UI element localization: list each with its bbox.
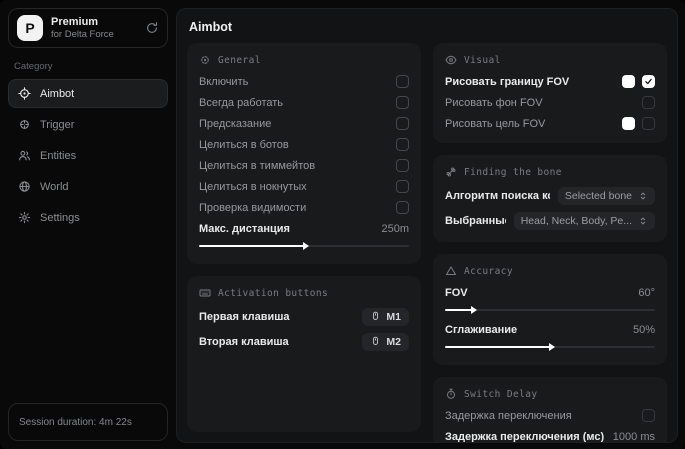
visual-row: Рисовать цель FOV bbox=[445, 113, 655, 134]
stopwatch-icon bbox=[445, 388, 457, 400]
checkbox[interactable] bbox=[396, 117, 409, 130]
gauge-icon bbox=[445, 265, 457, 277]
check-icon bbox=[645, 78, 652, 85]
product-logo: P bbox=[17, 15, 43, 41]
checkbox[interactable] bbox=[642, 409, 655, 422]
switch-delay-toggle-row: Задержка переключения bbox=[445, 405, 655, 426]
refresh-icon[interactable] bbox=[145, 21, 159, 35]
globe-icon bbox=[18, 180, 31, 193]
checkbox[interactable] bbox=[396, 75, 409, 88]
selected-bones-select[interactable]: Head, Neck, Body, Pe... bbox=[513, 211, 655, 230]
toggle-row: Целиться в тиммейтов bbox=[199, 155, 409, 176]
max-distance-slider[interactable] bbox=[199, 241, 409, 250]
max-distance-row: Макс. дистанция 250m bbox=[199, 222, 409, 235]
slider-thumb[interactable] bbox=[303, 241, 309, 250]
general-panel: General Включить Всегда работать Предска… bbox=[187, 43, 421, 264]
smoothing-value: 50% bbox=[632, 323, 655, 336]
sidebar-item-label: Entities bbox=[40, 149, 77, 162]
panel-title: Switch Delay bbox=[464, 388, 538, 400]
color-swatch[interactable] bbox=[622, 75, 635, 88]
sidebar-item-world[interactable]: World bbox=[8, 172, 168, 201]
visual-row: Рисовать границу FOV bbox=[445, 71, 655, 92]
checkbox[interactable] bbox=[396, 138, 409, 151]
finding-bone-panel: Finding the bone Алгоритм поиска кост Se… bbox=[433, 155, 667, 242]
toggle-row: Включить bbox=[199, 71, 409, 92]
switch-delay-panel: Switch Delay Задержка переключения Задер… bbox=[433, 377, 667, 443]
checkbox[interactable] bbox=[642, 117, 655, 130]
sidebar-item-label: Settings bbox=[40, 211, 80, 224]
sidebar-item-label: Aimbot bbox=[40, 87, 75, 100]
sidebar-item-entities[interactable]: Entities bbox=[8, 141, 168, 170]
sidebar: P Premium for Delta Force Category Aimbo… bbox=[0, 0, 176, 449]
activation-buttons-panel: Activation buttons Первая клавиша M1 Вто… bbox=[187, 276, 421, 432]
toggle-row: Целиться в нокнутых bbox=[199, 176, 409, 197]
visual-panel: Visual Рисовать границу FOV Рисовать фон… bbox=[433, 43, 667, 143]
sidebar-nav: Aimbot Trigger Entities World Settings bbox=[8, 79, 168, 232]
keyboard-icon bbox=[199, 287, 211, 299]
mouse-icon bbox=[370, 311, 381, 322]
checkbox[interactable] bbox=[396, 159, 409, 172]
keybind-row: Первая клавиша M1 bbox=[199, 304, 409, 329]
sidebar-item-label: World bbox=[40, 180, 69, 193]
keybind-button-m1[interactable]: M1 bbox=[362, 307, 409, 326]
visual-row: Рисовать фон FOV bbox=[445, 92, 655, 113]
main-content: Aimbot General Включить Всегда работать … bbox=[176, 8, 678, 443]
slider-thumb[interactable] bbox=[549, 342, 555, 351]
checkbox[interactable] bbox=[396, 180, 409, 193]
product-subtitle: for Delta Force bbox=[51, 29, 114, 40]
slider-thumb[interactable] bbox=[471, 305, 478, 314]
sidebar-item-trigger[interactable]: Trigger bbox=[8, 110, 168, 139]
unfold-icon bbox=[638, 191, 648, 201]
panel-title: Accuracy bbox=[464, 265, 513, 277]
bone-icon bbox=[445, 166, 457, 178]
bone-algorithm-row: Алгоритм поиска кост Selected bone bbox=[445, 183, 655, 208]
sidebar-item-label: Trigger bbox=[40, 118, 75, 131]
smoothing-row: Сглаживание 50% bbox=[445, 323, 655, 336]
panel-title: Visual bbox=[464, 54, 501, 66]
checkbox[interactable] bbox=[642, 96, 655, 109]
left-column: General Включить Всегда работать Предска… bbox=[187, 43, 421, 432]
right-column: Visual Рисовать границу FOV Рисовать фон… bbox=[433, 43, 667, 442]
toggle-row: Всегда работать bbox=[199, 92, 409, 113]
accuracy-panel: Accuracy FOV 60° Сглаживание 50% bbox=[433, 254, 667, 365]
checkbox[interactable] bbox=[396, 96, 409, 109]
fov-slider[interactable] bbox=[445, 305, 655, 314]
toggle-row: Проверка видимости bbox=[199, 197, 409, 218]
max-distance-value: 250m bbox=[381, 222, 409, 235]
bone-algorithm-select[interactable]: Selected bone bbox=[557, 186, 655, 205]
color-swatch[interactable] bbox=[622, 117, 635, 130]
fov-row: FOV 60° bbox=[445, 286, 655, 299]
switch-delay-ms-row: Задержка переключения (мс) 1000 ms bbox=[445, 430, 655, 443]
category-label: Category bbox=[14, 61, 53, 72]
panel-title: Finding the bone bbox=[464, 166, 562, 178]
eye-icon bbox=[445, 54, 457, 66]
keybind-row: Вторая клавиша M2 bbox=[199, 329, 409, 354]
checkbox[interactable] bbox=[642, 75, 655, 88]
sidebar-item-aimbot[interactable]: Aimbot bbox=[8, 79, 168, 108]
unfold-icon bbox=[638, 216, 648, 226]
page-title: Aimbot bbox=[189, 20, 233, 34]
crosshair-icon bbox=[18, 87, 31, 100]
product-header: P Premium for Delta Force bbox=[8, 8, 168, 48]
entities-icon bbox=[18, 149, 31, 162]
app-window: P Premium for Delta Force Category Aimbo… bbox=[0, 0, 685, 449]
selected-bones-row: Выбранные кос Head, Neck, Body, Pe... bbox=[445, 208, 655, 233]
product-name: Premium bbox=[51, 16, 99, 28]
mouse-icon bbox=[370, 336, 381, 347]
switch-delay-value: 1000 ms bbox=[612, 430, 655, 443]
scan-crosshair-icon bbox=[199, 54, 211, 66]
smoothing-slider[interactable] bbox=[445, 342, 655, 351]
toggle-row: Предсказание bbox=[199, 113, 409, 134]
sidebar-item-settings[interactable]: Settings bbox=[8, 203, 168, 232]
panel-title: General bbox=[218, 54, 261, 66]
target-icon bbox=[18, 118, 31, 131]
checkbox[interactable] bbox=[396, 201, 409, 214]
keybind-button-m2[interactable]: M2 bbox=[362, 332, 409, 351]
fov-value: 60° bbox=[638, 286, 655, 299]
session-duration: Session duration: 4m 22s bbox=[8, 403, 168, 441]
toggle-row: Целиться в ботов bbox=[199, 134, 409, 155]
panel-title: Activation buttons bbox=[218, 287, 329, 299]
gear-icon bbox=[18, 211, 31, 224]
